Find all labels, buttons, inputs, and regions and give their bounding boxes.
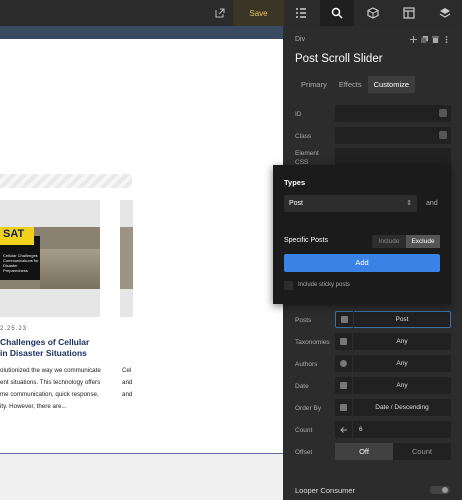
search-icon[interactable] [320, 0, 354, 26]
sign-text: SAT [3, 228, 25, 240]
db-icon [439, 131, 447, 139]
post-image-next [120, 227, 133, 289]
post-title[interactable]: Challenges of Cellular in Disaster Situa… [0, 337, 110, 359]
types-select[interactable]: Post ⇕ [284, 195, 417, 212]
offset-toggle[interactable]: Off Count [335, 443, 451, 460]
exclude-option[interactable]: Exclude [406, 235, 440, 248]
taxonomies-label: Taxonomies [295, 338, 330, 346]
element-name: Post Scroll Slider [295, 53, 383, 65]
post-excerpt: olutionized the way we communicate ent s… [0, 367, 101, 410]
orderby-label: Order By [295, 404, 322, 412]
save-button[interactable]: Save [233, 0, 284, 26]
components-icon[interactable] [356, 0, 390, 26]
preview-canvas[interactable]: SAT Cellular Challenges Communications f… [0, 26, 283, 500]
sticky-label: Include sticky posts [298, 282, 351, 288]
tab-customize[interactable]: Customize [367, 76, 416, 93]
post-type-icon [336, 311, 354, 328]
posts-label: Posts [295, 316, 312, 324]
delete-icon[interactable] [432, 36, 439, 43]
debris-photo [40, 249, 100, 289]
orderby-select[interactable]: Date / Descending [335, 399, 451, 416]
id-label: ID [295, 110, 302, 118]
specific-posts-label: Specific Posts [284, 237, 328, 244]
post-excerpt-next: Cel and and [122, 367, 133, 398]
sticky-checkbox[interactable] [284, 281, 293, 290]
offset-label: Offset [295, 448, 313, 456]
arrow-left-icon[interactable] [335, 421, 353, 438]
count-value: 6 [359, 426, 363, 433]
sign-banner: SAT [0, 227, 34, 245]
date-select[interactable]: Any [335, 377, 451, 394]
tab-effects[interactable]: Effects [333, 76, 368, 93]
include-exclude-toggle[interactable]: Include Exclude [372, 235, 440, 248]
authors-select[interactable]: Any [335, 355, 451, 372]
looper-consumer-label: Looper Consumer [295, 486, 356, 495]
add-button[interactable]: Add [284, 254, 440, 272]
include-option[interactable]: Include [372, 235, 406, 248]
next-section[interactable] [0, 453, 283, 500]
templates-icon[interactable] [392, 0, 426, 26]
looper-consumer-toggle[interactable] [430, 486, 450, 494]
count-field[interactable]: 6 [335, 421, 451, 438]
tab-primary[interactable]: Primary [295, 76, 333, 93]
id-field[interactable] [335, 105, 451, 122]
external-link-icon[interactable] [214, 7, 226, 19]
layers-icon[interactable] [428, 0, 462, 26]
element-tools [410, 36, 450, 43]
authors-value: Any [396, 360, 408, 367]
placeholder-hatch [0, 174, 132, 188]
duplicate-icon[interactable] [421, 36, 428, 43]
offset-count-option[interactable]: Count [393, 443, 451, 460]
tag-icon [335, 333, 353, 350]
posts-select[interactable]: Post [335, 311, 451, 328]
taxonomies-value: Any [396, 338, 408, 345]
header-strip [0, 26, 283, 39]
sort-icon [335, 399, 353, 416]
calendar-icon [335, 377, 353, 394]
db-icon [439, 109, 447, 117]
post-date: 2.25.23 [0, 326, 28, 332]
more-icon[interactable] [443, 36, 450, 43]
class-field[interactable] [335, 127, 451, 144]
inspector-tabs: Primary Effects Customize [295, 76, 416, 93]
count-label: Count [295, 426, 313, 434]
class-label: Class [295, 132, 312, 140]
post-image: SAT Cellular Challenges Communications f… [0, 227, 100, 289]
query-popup: Types Post ⇕ and Specific Posts Include … [273, 165, 451, 304]
date-value: Any [396, 382, 408, 389]
offset-off-option[interactable]: Off [335, 443, 393, 460]
types-title: Types [284, 178, 306, 187]
user-icon [335, 355, 353, 372]
chevron-updown-icon: ⇕ [406, 200, 412, 207]
posts-value: Post [395, 316, 409, 323]
sign-body: Cellular Challenges Communications for D… [3, 253, 39, 273]
and-label: and [426, 200, 438, 207]
structure-icon[interactable] [284, 0, 318, 26]
taxonomies-select[interactable]: Any [335, 333, 451, 350]
types-value: Post [289, 200, 304, 207]
move-icon[interactable] [410, 36, 417, 43]
orderby-value: Date / Descending [375, 404, 429, 411]
top-toolbar: Save [0, 0, 462, 26]
element-type: Div [295, 36, 306, 43]
authors-label: Authors [295, 360, 318, 368]
date-label: Date [295, 382, 309, 390]
